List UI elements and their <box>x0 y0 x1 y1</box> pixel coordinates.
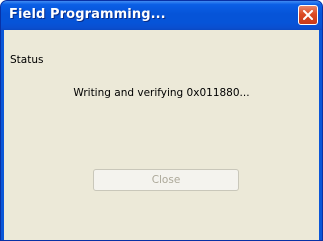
window-close-button[interactable] <box>298 5 318 25</box>
dialog-body: Status Writing and verifying 0x011880...… <box>4 30 319 240</box>
close-button[interactable]: Close <box>93 169 239 191</box>
title-bar[interactable]: Field Programming... <box>1 1 322 30</box>
close-icon <box>303 10 313 20</box>
window-title: Field Programming... <box>9 7 166 22</box>
status-message: Writing and verifying 0x011880... <box>73 87 250 99</box>
dialog-window: Field Programming... Status Writing and … <box>0 0 323 241</box>
status-label: Status <box>10 54 44 66</box>
